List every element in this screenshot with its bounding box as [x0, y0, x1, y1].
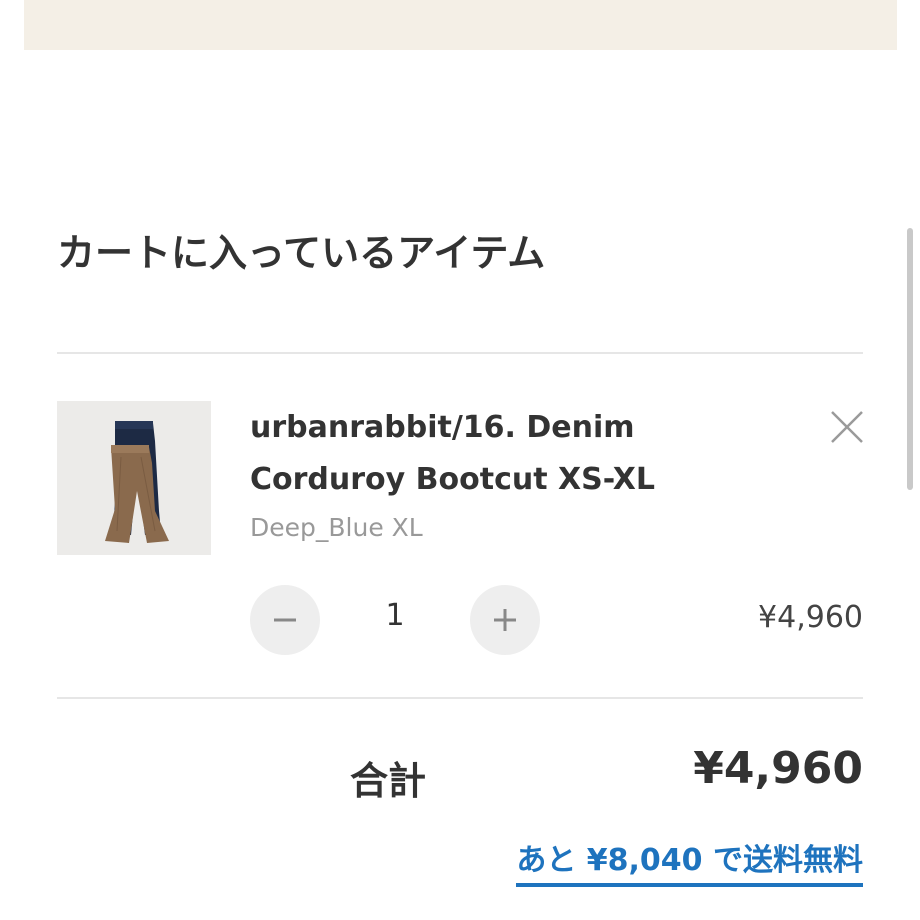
free-shipping-link[interactable]: あと ¥8,040 で送料無料 — [516, 835, 863, 887]
divider-top — [57, 352, 863, 354]
cart-title: カートに入っているアイテム — [57, 231, 546, 275]
pants-icon — [57, 401, 211, 555]
divider-bottom — [57, 697, 863, 699]
product-variant: Deep_Blue XL — [250, 513, 423, 542]
remove-item-button[interactable] — [827, 407, 867, 447]
increase-quantity-button[interactable] — [470, 585, 540, 655]
close-icon — [831, 411, 863, 443]
total-value: ¥4,960 — [693, 743, 863, 794]
minus-icon — [274, 618, 296, 622]
product-name[interactable]: urbanrabbit/16. Denim Corduroy Bootcut X… — [250, 402, 790, 506]
plus-icon — [494, 609, 516, 631]
cart-page: カートに入っているアイテム urbanrabbit/16. Denim Cord… — [0, 0, 920, 920]
total-label: 合計 — [350, 759, 427, 803]
quantity-value: 1 — [385, 598, 405, 633]
scrollbar[interactable] — [907, 228, 913, 490]
decrease-quantity-button[interactable] — [250, 585, 320, 655]
product-thumbnail[interactable] — [57, 401, 211, 555]
item-price: ¥4,960 — [758, 600, 863, 635]
top-banner — [24, 0, 897, 50]
